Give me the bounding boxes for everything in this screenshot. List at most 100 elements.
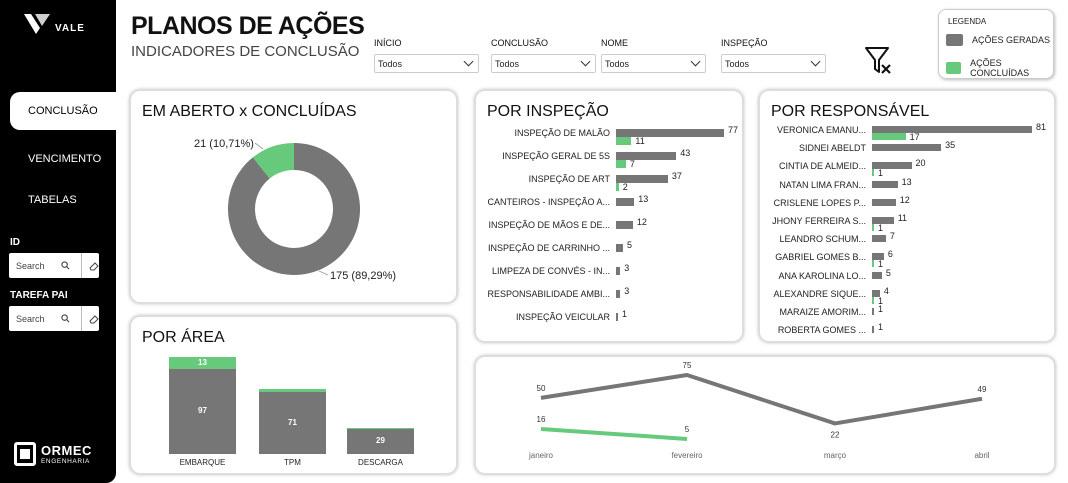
area-card: POR ÁREA 97 13 EMBARQUE 71 TPM 29 DESCARGA: [130, 316, 457, 474]
bar-label: INSPEÇÃO DE CARRINHO ...: [487, 243, 610, 253]
bar-geradas: [872, 144, 942, 152]
value-label-geradas: 3: [624, 263, 630, 273]
value-label-concluidas: 7: [629, 159, 635, 169]
slicer-inicio[interactable]: INÍCIO Todos: [374, 38, 479, 73]
bar-geradas: [616, 313, 618, 321]
search-icon[interactable]: [61, 314, 70, 323]
line-card: janeiro fevereiro março abril 50 75 22 49 16 5: [475, 356, 1055, 474]
responsavel-card: POR RESPONSÁVEL VERONICA EMANU... 81 17 SID…: [759, 90, 1055, 342]
ormec-mark-icon: [14, 442, 36, 466]
value-label-geradas: 12: [899, 194, 910, 205]
point-label: 5: [685, 425, 690, 434]
bar-label: CRISLENE LOPES P...: [773, 197, 866, 208]
value-label-geradas: 29: [376, 436, 385, 446]
legend-title: LEGENDA: [948, 17, 987, 26]
bar-geradas: [616, 267, 621, 275]
chart-title: POR ÁREA: [142, 329, 225, 346]
bar-geradas: [872, 308, 874, 315]
bar-geradas: [872, 271, 882, 279]
inspecao-card: POR INSPEÇÃO INSPEÇÃO DE MALÃO 77 11 INSPEÇ…: [475, 90, 743, 342]
donut-leader-line: [318, 270, 329, 276]
value-label-geradas: 81: [1036, 122, 1047, 132]
point-label: 16: [537, 415, 546, 424]
bar-label: VERONICA EMANU...: [776, 125, 866, 135]
bar-label: RESPONSABILIDADE AMBI...: [487, 289, 610, 299]
tarefa-search-box[interactable]: Search: [9, 306, 99, 331]
eraser-icon[interactable]: [89, 314, 99, 324]
nav-tabelas[interactable]: TABELAS: [10, 181, 116, 219]
nav-conclusao[interactable]: CONCLUSÃO: [10, 92, 116, 130]
value-label-geradas: 97: [198, 406, 207, 416]
value-label-geradas: 5: [627, 240, 633, 250]
chevron-down-icon: [580, 56, 591, 67]
x-tick-label: TPM: [284, 458, 301, 467]
bar-concluidas: [872, 260, 874, 268]
value-label-geradas: 13: [638, 194, 649, 204]
bar-concluidas: [872, 133, 906, 140]
value-label-geradas: 4: [883, 285, 889, 296]
search-icon[interactable]: [61, 261, 70, 270]
bar-concluidas: [872, 224, 874, 231]
value-label-geradas: 35: [945, 140, 956, 151]
bar-label: CANTEIROS - INSPEÇÃO A...: [487, 197, 610, 207]
value-label-geradas: 3: [624, 286, 630, 296]
line-chart: janeiro fevereiro março abril 50 75 22 49 16 5: [528, 361, 990, 460]
value-label-geradas: 20: [915, 158, 926, 169]
value-label-geradas: 1: [622, 309, 628, 319]
filter-id-label: ID: [10, 237, 20, 248]
value-label-geradas: 77: [728, 125, 739, 135]
donut-leader-line: [254, 142, 264, 150]
x-tick-label: EMBARQUE: [179, 458, 226, 467]
id-search-input[interactable]: Search: [9, 261, 61, 271]
bar-concluidas: [872, 169, 874, 177]
chevron-down-icon: [463, 56, 474, 67]
x-tick-label: janeiro: [528, 451, 554, 460]
chart-title: POR RESPONSÁVEL: [771, 103, 930, 120]
bar-label: INSPEÇÃO DE ART: [528, 174, 610, 184]
slicer-inspecao[interactable]: INSPEÇÃO Todos: [721, 38, 826, 73]
slicer-dropdown[interactable]: Todos: [491, 54, 596, 73]
bar-geradas: [872, 235, 886, 243]
bar-geradas: [616, 198, 635, 206]
chevron-down-icon: [690, 56, 701, 67]
slicer-dropdown[interactable]: Todos: [721, 54, 826, 73]
line-concluidas: [540, 426, 688, 441]
slicer-dropdown[interactable]: Todos: [374, 54, 479, 73]
tarefa-search-input[interactable]: Search: [9, 314, 61, 324]
value-label-geradas: 1: [878, 304, 884, 314]
bar-label: MARAIZE AMORIM...: [779, 307, 866, 317]
donut-chart: 175 (89,29%) 21 (10,71%): [194, 138, 396, 282]
bar-label: ANA KAROLINA LO...: [778, 270, 866, 281]
page-title: PLANOS DE AÇÕES: [131, 12, 365, 40]
x-tick-label: março: [824, 451, 847, 460]
vale-logo: VALE: [22, 12, 102, 40]
clear-filters-icon[interactable]: [862, 45, 896, 77]
nav-vencimento[interactable]: VENCIMENTO: [10, 140, 116, 178]
id-search-box[interactable]: Search: [9, 253, 99, 278]
value-label-geradas: 7: [889, 231, 895, 242]
bar-concluidas: [616, 160, 626, 168]
bar-label: ROBERTA GOMES ...: [777, 325, 866, 336]
value-label-geradas: 5: [885, 267, 891, 278]
value-label-geradas: 13: [901, 176, 912, 187]
bar-geradas: [872, 126, 1032, 133]
donut-label-concluidas: 21 (10,71%): [194, 138, 254, 150]
slicer-nome[interactable]: NOME Todos: [601, 38, 706, 73]
ormec-logo: ORMEC ENGENHARIA: [14, 440, 104, 470]
slicer-conclusao[interactable]: CONCLUSÃO Todos: [491, 38, 596, 73]
eraser-icon[interactable]: [89, 261, 99, 271]
bar-label: INSPEÇÃO GERAL DE 5S: [502, 151, 610, 161]
value-label-concluidas: 2: [622, 182, 628, 192]
donut-label-em-aberto: 175 (89,29%): [330, 270, 396, 282]
slicer-label: CONCLUSÃO: [491, 38, 549, 48]
value-label-geradas: 11: [897, 213, 908, 223]
bar-label: LIMPEZA DE CONVÉS - IN...: [491, 266, 610, 276]
donut-card: EM ABERTO x CONCLUÍDAS 175 (89,29%) 21 (1…: [130, 90, 457, 303]
value-label-concluidas: 1: [878, 168, 884, 179]
slicer-label: NOME: [601, 38, 628, 48]
chevron-down-icon: [810, 56, 821, 67]
slicer-label: INÍCIO: [374, 38, 402, 48]
point-label: 75: [683, 361, 692, 370]
slicer-dropdown[interactable]: Todos: [601, 54, 706, 73]
nav-label: CONCLUSÃO: [28, 105, 98, 117]
